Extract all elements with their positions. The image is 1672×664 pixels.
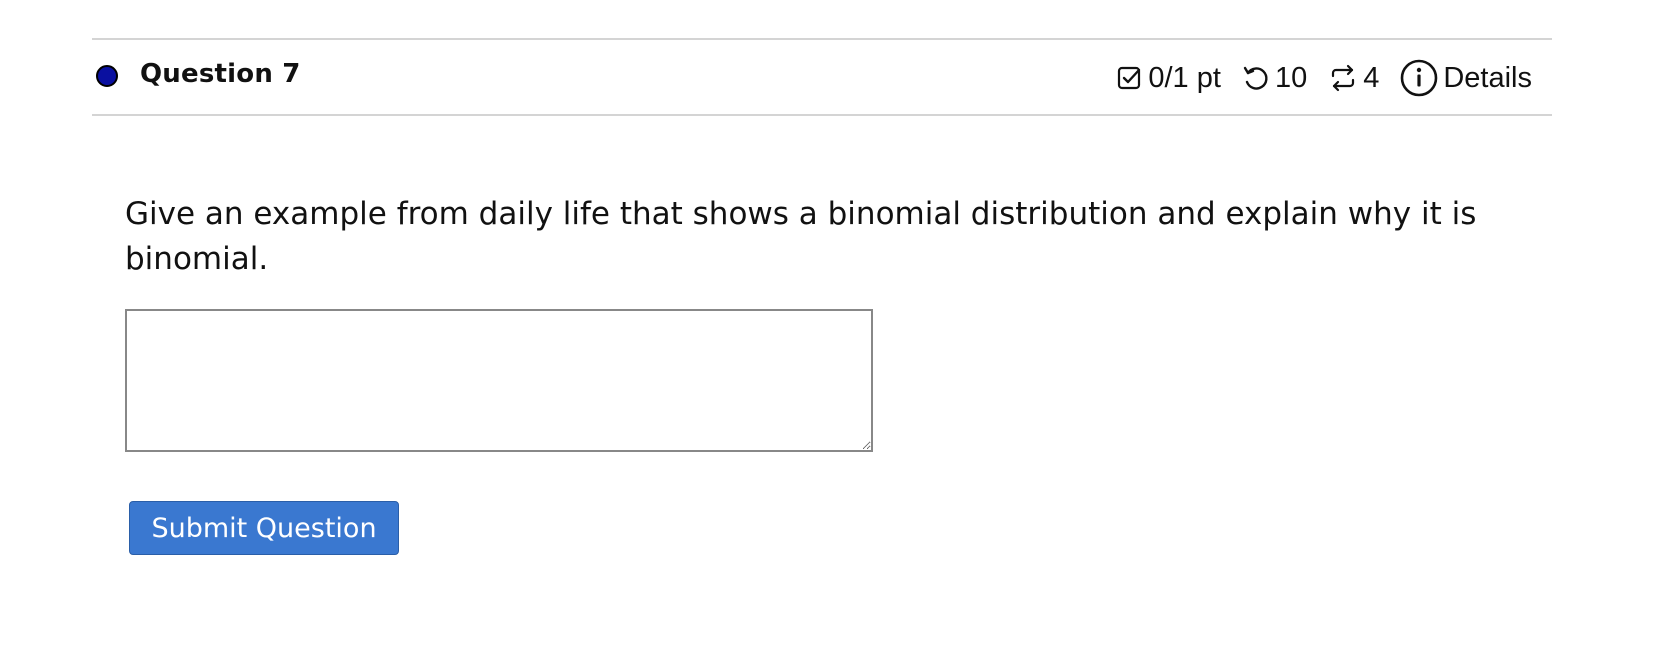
points-item: 0/1 pt [1116,62,1221,95]
points-value: 0/1 pt [1148,61,1221,94]
details-label[interactable]: Details [1443,62,1532,95]
answer-textarea[interactable] [125,309,873,452]
attempts-value: 4 [1363,61,1380,94]
question-title: Question 7 [140,59,301,89]
attempts-icon [1327,63,1363,93]
details-link[interactable]: Details [1399,58,1532,98]
checkbox-icon [1116,64,1148,92]
question-header: Question 7 0/1 pt 10 4 Details [92,38,1552,116]
retries-item: 10 [1241,62,1307,95]
retry-icon [1241,63,1275,93]
attempts-item: 4 [1327,62,1379,95]
info-icon[interactable] [1399,58,1443,98]
question-meta: 0/1 pt 10 4 Details [1116,58,1532,98]
question-prompt: Give an example from daily life that sho… [125,196,1477,277]
status-dot [96,65,118,87]
submit-question-button[interactable]: Submit Question [129,501,399,555]
retries-value: 10 [1274,61,1308,94]
